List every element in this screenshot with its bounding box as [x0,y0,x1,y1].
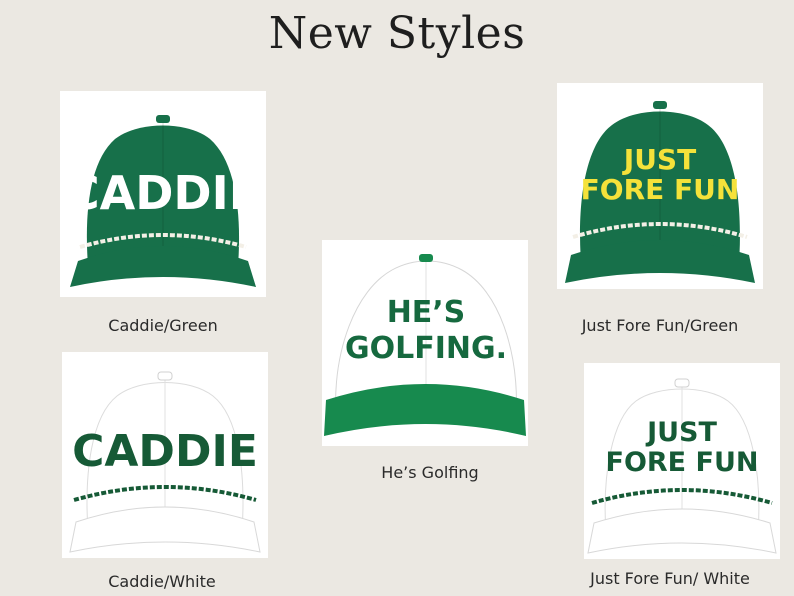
hat-illustration: JUST FORE FUN [587,378,777,554]
product-image-caddie-white[interactable]: CADDIE [62,352,268,558]
hat-embroidered-text: JUST [622,143,696,176]
hat-button [653,101,667,109]
hat-button [157,371,173,381]
hat-button [156,115,170,123]
product-image-hes-golfing[interactable]: HE’S GOLFING. [322,240,528,446]
hat-illustration: CADDIE [66,115,260,287]
hat-button [419,254,433,262]
hat-embroidered-text: CADDIE [72,426,258,477]
hat-illustration: JUST FORE FUN [565,101,755,283]
product-caption-caddie-green[interactable]: Caddie/Green [60,316,266,335]
hat-illustration: HE’S GOLFING. [324,254,526,436]
hat-embroidered-text: JUST [645,417,717,448]
product-caption-caddie-white[interactable]: Caddie/White [62,572,262,591]
page-title: New Styles [268,8,526,59]
hat-embroidered-text: FORE FUN [606,447,759,478]
hat-button [674,378,690,388]
hat-embroidered-text: CADDIE [66,166,260,220]
product-image-caddie-green[interactable]: CADDIE [60,91,266,297]
hat-embroidered-text: FORE FUN [581,173,740,206]
hat-illustration: CADDIE [69,371,261,553]
product-caption-just-fore-fun-green[interactable]: Just Fore Fun/Green [540,316,780,335]
product-caption-just-fore-fun-white[interactable]: Just Fore Fun/ White [570,569,770,588]
product-caption-hes-golfing[interactable]: He’s Golfing [322,463,538,482]
hat-embroidered-text: HE’S [387,295,466,330]
product-image-just-fore-fun-white[interactable]: JUST FORE FUN [584,363,780,559]
product-image-just-fore-fun-green[interactable]: JUST FORE FUN [557,83,763,289]
hat-embroidered-text: GOLFING. [345,331,507,366]
